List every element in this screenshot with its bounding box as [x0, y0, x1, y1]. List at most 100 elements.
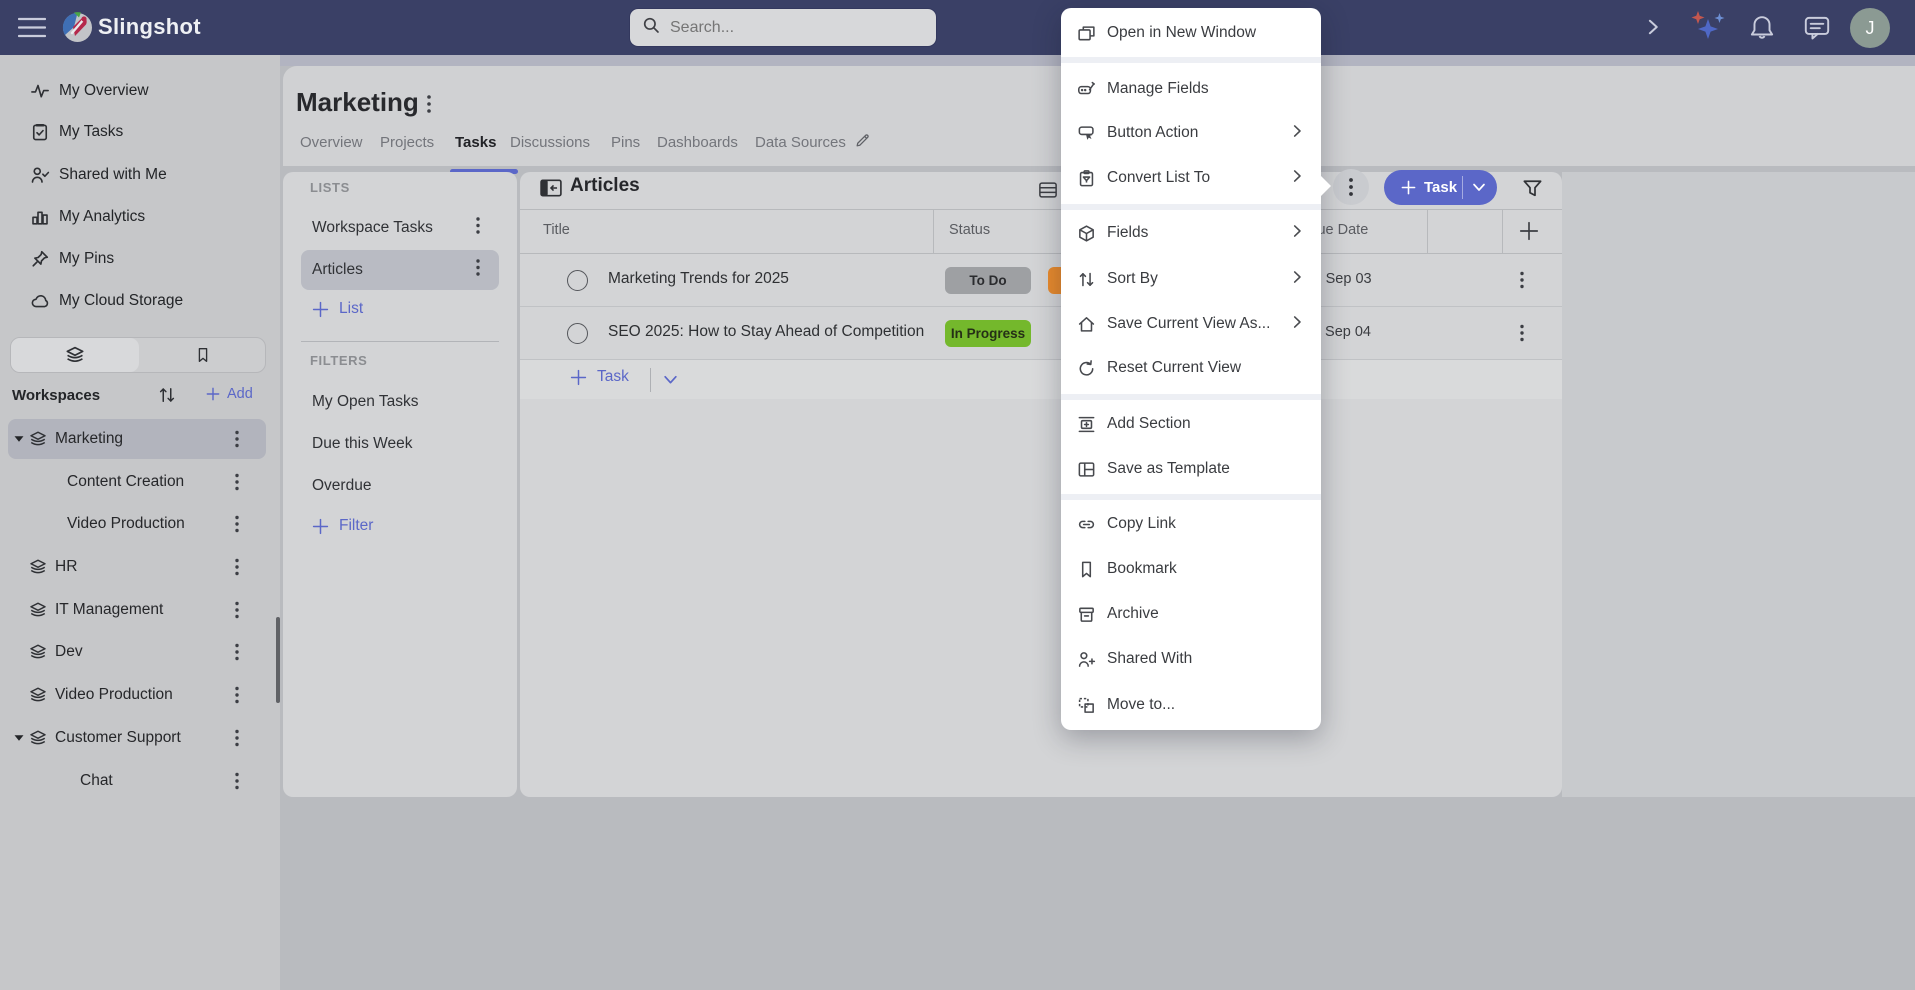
page-title-kebab-icon[interactable]: [427, 94, 431, 119]
list-kebab-icon[interactable]: [476, 217, 480, 240]
workspace-kebab-icon[interactable]: [230, 729, 244, 747]
layers-icon: [28, 685, 48, 705]
filter-item-due-this-week[interactable]: Due this Week: [283, 424, 517, 464]
table-row[interactable]: Marketing Trends for 2025 To Do Wed, Sep…: [520, 254, 1562, 307]
sidebar-item-shared-with-me[interactable]: Shared with Me: [0, 155, 280, 195]
sidebar-item-my-analytics[interactable]: My Analytics: [0, 197, 280, 237]
view-mode-icon[interactable]: [1037, 180, 1059, 205]
tab-discussions[interactable]: Discussions: [510, 134, 590, 151]
filter-item-overdue[interactable]: Overdue: [283, 466, 517, 506]
task-complete-radio[interactable]: [567, 270, 588, 291]
workspace-item-video-production[interactable]: Video Production: [0, 674, 280, 716]
workspace-item-dev[interactable]: Dev: [0, 631, 280, 673]
workspace-item-customer-support[interactable]: Customer Support: [0, 717, 280, 759]
add-workspace-button[interactable]: Add: [206, 386, 253, 402]
divider: [1462, 176, 1463, 199]
row-kebab-icon[interactable]: [1520, 271, 1524, 294]
new-task-button[interactable]: Task: [1384, 179, 1457, 196]
list-kebab-icon[interactable]: [476, 259, 480, 282]
brand-name[interactable]: Slingshot: [98, 14, 201, 40]
template-icon: [1075, 460, 1097, 479]
workspace-kebab-icon[interactable]: [230, 643, 244, 661]
toggle-bookmarks-tab[interactable]: [139, 338, 267, 372]
status-badge[interactable]: In Progress: [945, 320, 1031, 347]
menu-item-reset-current-view[interactable]: Reset Current View: [1061, 346, 1321, 390]
messages-icon[interactable]: [1802, 14, 1832, 47]
menu-item-button-action[interactable]: Button Action: [1061, 111, 1321, 155]
list-item-workspace-tasks[interactable]: Workspace Tasks: [283, 208, 517, 248]
add-filter-button[interactable]: Filter: [312, 517, 373, 535]
menu-item-bookmark[interactable]: Bookmark: [1061, 547, 1321, 591]
global-search[interactable]: [630, 9, 936, 46]
menu-item-save-current-view-as[interactable]: Save Current View As...: [1061, 302, 1321, 346]
filter-item-my-open-tasks[interactable]: My Open Tasks: [283, 382, 517, 422]
column-divider: [1427, 210, 1428, 253]
workspace-item-marketing[interactable]: Marketing: [0, 418, 280, 460]
add-list-button[interactable]: List: [312, 300, 363, 318]
menu-item-save-as-template[interactable]: Save as Template: [1061, 447, 1321, 491]
tab-overview[interactable]: Overview: [300, 134, 363, 151]
workspace-kebab-icon[interactable]: [230, 430, 244, 448]
menu-item-shared-with[interactable]: Shared With: [1061, 637, 1321, 681]
new-task-dropdown-chevron-icon[interactable]: [1471, 181, 1487, 199]
ai-sparkles-icon[interactable]: [1686, 9, 1730, 52]
menu-item-sort-by[interactable]: Sort By: [1061, 257, 1321, 301]
tab-projects[interactable]: Projects: [380, 134, 434, 151]
menu-item-copy-link[interactable]: Copy Link: [1061, 502, 1321, 546]
notifications-bell-icon[interactable]: [1748, 13, 1776, 48]
workspace-kebab-icon[interactable]: [230, 772, 244, 790]
sidebar-item-my-tasks[interactable]: My Tasks: [0, 112, 280, 152]
task-title[interactable]: Marketing Trends for 2025: [608, 270, 789, 288]
chevron-right-icon[interactable]: [1643, 16, 1663, 43]
toggle-workspaces-tab[interactable]: [11, 338, 139, 372]
list-item-articles[interactable]: Articles: [283, 250, 517, 290]
menu-item-move-to[interactable]: Move to...: [1061, 683, 1321, 727]
hamburger-menu-icon[interactable]: [18, 16, 46, 44]
menu-item-open-in-new-window[interactable]: Open in New Window: [1061, 11, 1321, 55]
search-input[interactable]: [670, 19, 924, 37]
menu-item-archive[interactable]: Archive: [1061, 592, 1321, 636]
menu-item-convert-list-to[interactable]: Convert List To: [1061, 156, 1321, 200]
user-avatar[interactable]: J: [1850, 8, 1890, 48]
workspace-child-video-production[interactable]: Video Production: [0, 503, 280, 545]
column-status[interactable]: Status: [949, 222, 990, 238]
workspace-kebab-icon[interactable]: [230, 601, 244, 619]
list-options-kebab-button[interactable]: [1333, 169, 1369, 205]
status-badge[interactable]: To Do: [945, 267, 1031, 294]
list-title: Articles: [570, 175, 640, 197]
workspace-child-content-creation[interactable]: Content Creation: [0, 461, 280, 503]
workspace-kebab-icon[interactable]: [230, 686, 244, 704]
add-task-inline-button[interactable]: Task: [570, 368, 629, 386]
sidebar-item-my-pins[interactable]: My Pins: [0, 239, 280, 279]
add-task-options-chevron-icon[interactable]: [662, 373, 679, 392]
edit-tabs-pencil-icon[interactable]: [854, 132, 871, 154]
sidebar-item-my-overview[interactable]: My Overview: [0, 71, 280, 111]
workspace-kebab-icon[interactable]: [230, 515, 244, 533]
workspace-kebab-icon[interactable]: [230, 473, 244, 491]
add-column-icon[interactable]: [1518, 220, 1540, 247]
tab-dashboards[interactable]: Dashboards: [657, 134, 738, 151]
menu-item-fields[interactable]: Fields: [1061, 211, 1321, 255]
menu-item-manage-fields[interactable]: Manage Fields: [1061, 67, 1321, 111]
row-kebab-icon[interactable]: [1520, 324, 1524, 347]
table-row[interactable]: SEO 2025: How to Stay Ahead of Competiti…: [520, 307, 1562, 360]
tab-pins[interactable]: Pins: [611, 134, 640, 151]
sidebar-item-my-cloud-storage[interactable]: My Cloud Storage: [0, 281, 280, 321]
menu-item-add-section[interactable]: Add Section: [1061, 402, 1321, 446]
tab-data-sources[interactable]: Data Sources: [755, 134, 846, 151]
workspace-item-hr[interactable]: HR: [0, 546, 280, 588]
workspace-item-it-management[interactable]: IT Management: [0, 589, 280, 631]
priority-badge-partial[interactable]: [1048, 267, 1061, 294]
task-complete-radio[interactable]: [567, 323, 588, 344]
workspace-child-chat[interactable]: Chat: [0, 760, 280, 802]
filter-funnel-icon[interactable]: [1522, 178, 1543, 204]
workspace-kebab-icon[interactable]: [230, 558, 244, 576]
task-title[interactable]: SEO 2025: How to Stay Ahead of Competiti…: [608, 323, 924, 341]
slingshot-logo-icon[interactable]: [60, 10, 95, 50]
column-title[interactable]: Title: [543, 222, 570, 238]
new-task-split-button[interactable]: Task: [1384, 170, 1497, 205]
sort-workspaces-icon[interactable]: [157, 385, 177, 410]
top-navbar: Slingshot J: [0, 0, 1915, 55]
tab-tasks[interactable]: Tasks: [455, 134, 496, 151]
collapse-panel-icon[interactable]: [540, 179, 562, 202]
